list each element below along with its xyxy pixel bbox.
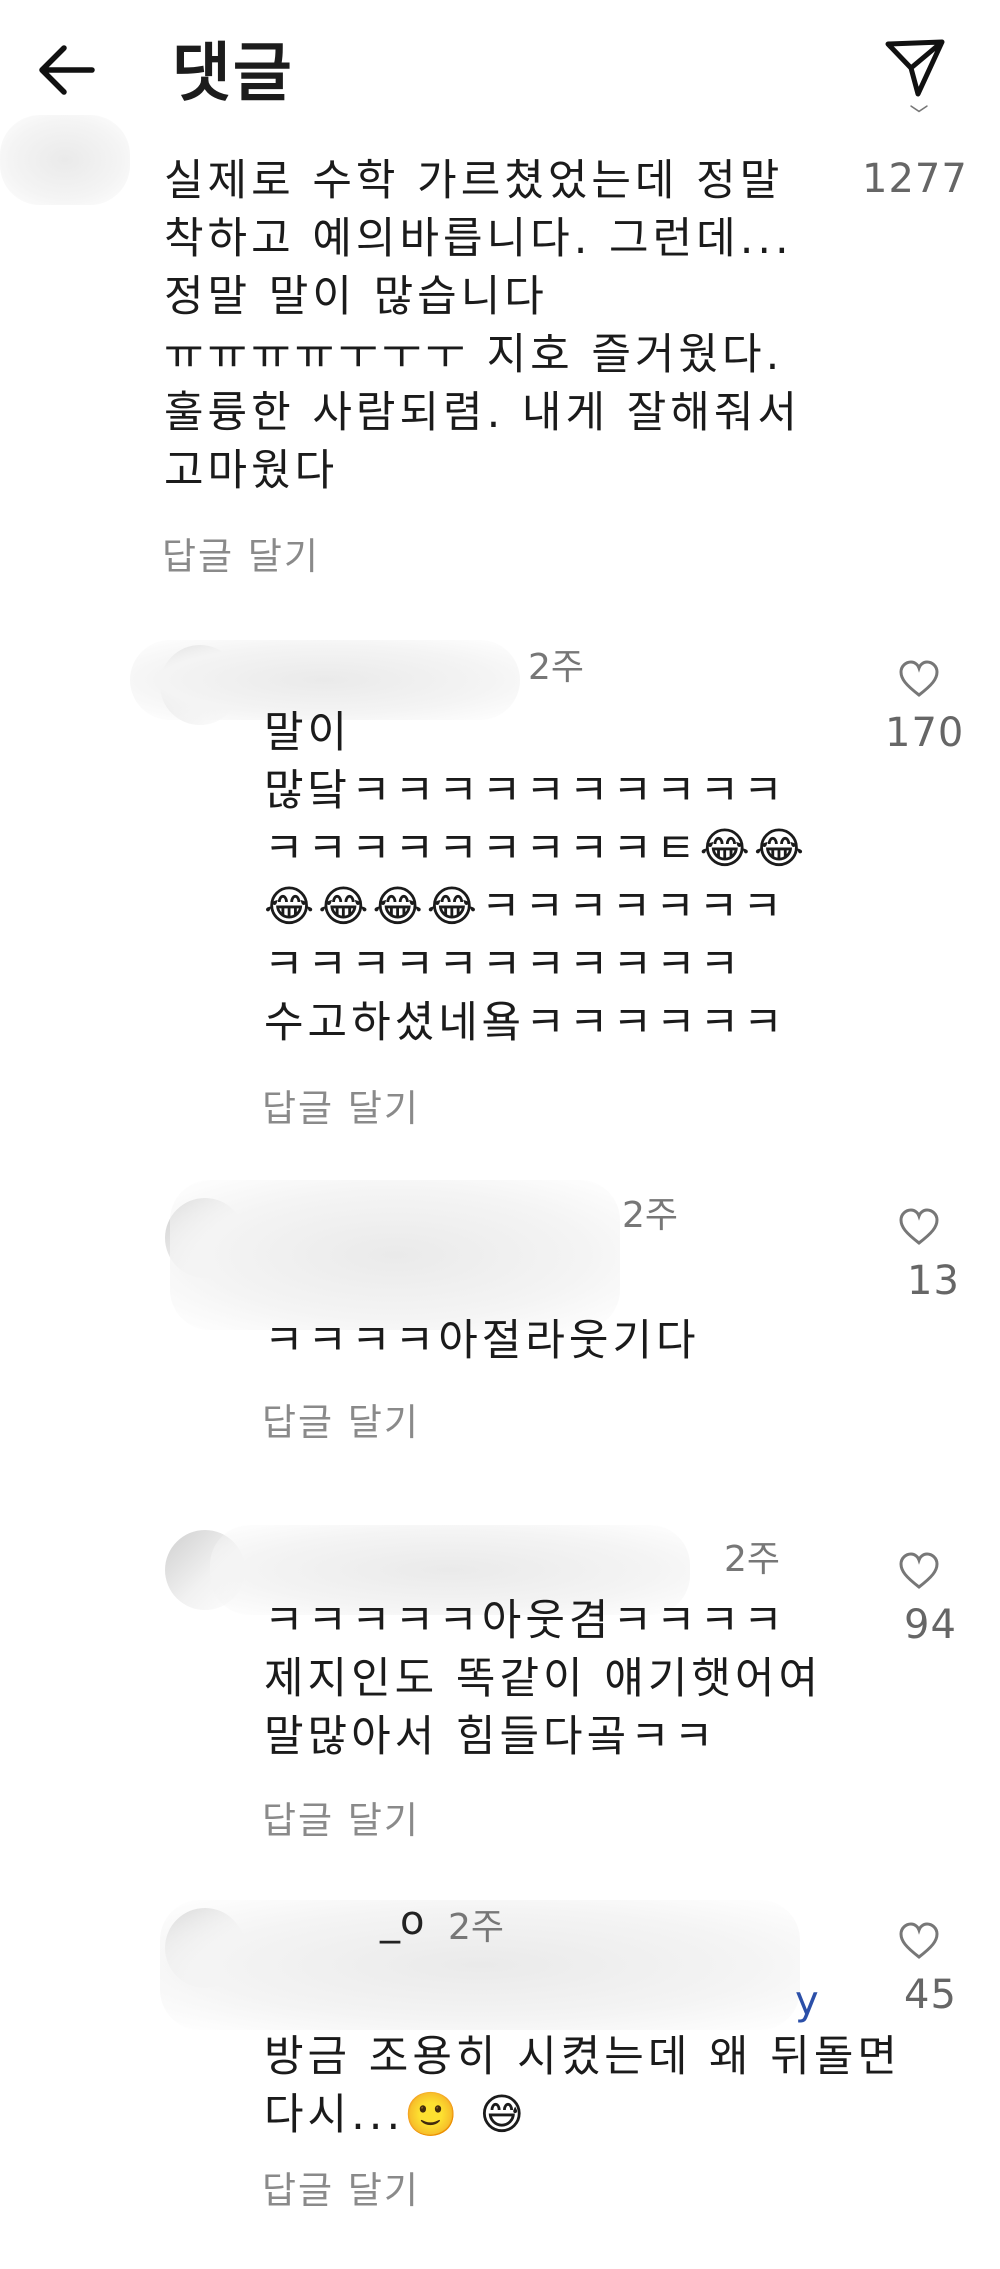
blurred-username xyxy=(170,1180,620,1330)
comment-text: ㅋㅋㅋㅋ아절라웃기다 xyxy=(264,1316,700,1366)
paper-plane-icon[interactable] xyxy=(884,36,946,98)
reply-button[interactable]: 답글 달기 xyxy=(162,526,320,580)
heart-icon[interactable] xyxy=(898,660,940,698)
page-title: 댓글 xyxy=(172,37,294,111)
comment-time: 2주 xyxy=(448,1907,505,1948)
like-count: 170 xyxy=(885,710,965,756)
top-bar: 댓글 xyxy=(0,0,1000,130)
like-count: 94 xyxy=(904,1602,957,1648)
like-count: 13 xyxy=(907,1258,960,1304)
reply-button[interactable]: 답글 달기 xyxy=(262,1078,420,1132)
comment-text: 실제로 수학 가르쳤었는데 정말 착하고 예의바릅니다. 그런데... 정말 말… xyxy=(164,156,801,496)
heart-icon[interactable] xyxy=(898,1208,940,1246)
heart-icon[interactable] xyxy=(898,104,940,124)
comment-time: 2주 xyxy=(724,1539,781,1580)
comment-text: 말이 많닼ㅋㅋㅋㅋㅋㅋㅋㅋㅋㅋ ㅋㅋㅋㅋㅋㅋㅋㅋㅋㅌ😂😂 😂😂😂😂ㅋㅋㅋㅋㅋㅋㅋ… xyxy=(264,708,809,1048)
reply-button[interactable]: 답글 달기 xyxy=(262,2160,420,2214)
mention-fragment: y xyxy=(795,1978,819,2024)
heart-icon[interactable] xyxy=(898,1922,940,1960)
blurred-avatar xyxy=(0,115,130,205)
comment-time: 2주 xyxy=(622,1195,679,1236)
reply-button[interactable]: 답글 달기 xyxy=(262,1790,420,1844)
like-count: 1277 xyxy=(862,156,968,202)
arrow-left-icon[interactable] xyxy=(36,42,96,98)
reply-button[interactable]: 답글 달기 xyxy=(262,1392,420,1446)
username-fragment: _o xyxy=(380,1898,425,1944)
heart-icon[interactable] xyxy=(898,1552,940,1590)
comment-time: 2주 xyxy=(528,647,585,688)
comment-text: 방금 조용히 시켰는데 왜 뒤돌면 다시...🙂 😅 xyxy=(264,2032,901,2140)
comment-text: ㅋㅋㅋㅋㅋ아웃겸ㅋㅋㅋㅋ 제지인도 똑같이 얘기햇어여 말많아서 힘들다곸ㅋㅋ xyxy=(264,1596,823,1762)
like-count: 45 xyxy=(904,1972,957,2018)
